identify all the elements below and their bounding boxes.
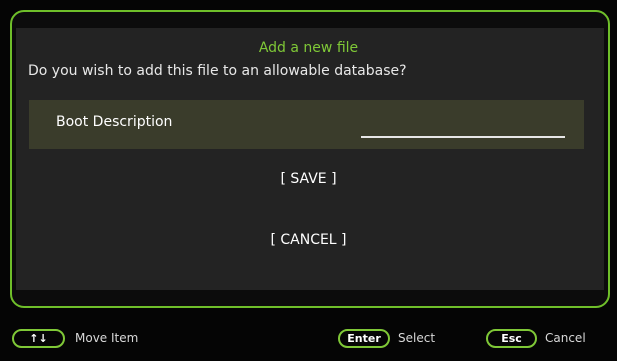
move-item-hint: Move Item [75, 331, 139, 345]
up-down-arrows-icon: ↑↓ [12, 329, 65, 348]
cancel-button[interactable]: [ CANCEL ] [0, 232, 617, 248]
dialog-title: Add a new file [258, 40, 359, 56]
screen: Add a new file Do you wish to add this f… [0, 0, 617, 361]
esc-key-badge[interactable]: Esc [486, 329, 537, 348]
dialog-question: Do you wish to add this file to an allow… [28, 63, 407, 79]
cancel-hint: Cancel [545, 331, 586, 345]
enter-key-badge[interactable]: Enter [338, 329, 390, 348]
footer-hint-bar: ↑↓ Move Item Enter Select Esc Cancel [0, 318, 617, 361]
boot-description-input[interactable] [361, 112, 565, 138]
boot-description-row[interactable]: Boot Description [29, 100, 584, 149]
boot-description-label: Boot Description [56, 114, 173, 130]
save-button[interactable]: [ SAVE ] [0, 171, 617, 187]
select-hint: Select [398, 331, 436, 345]
